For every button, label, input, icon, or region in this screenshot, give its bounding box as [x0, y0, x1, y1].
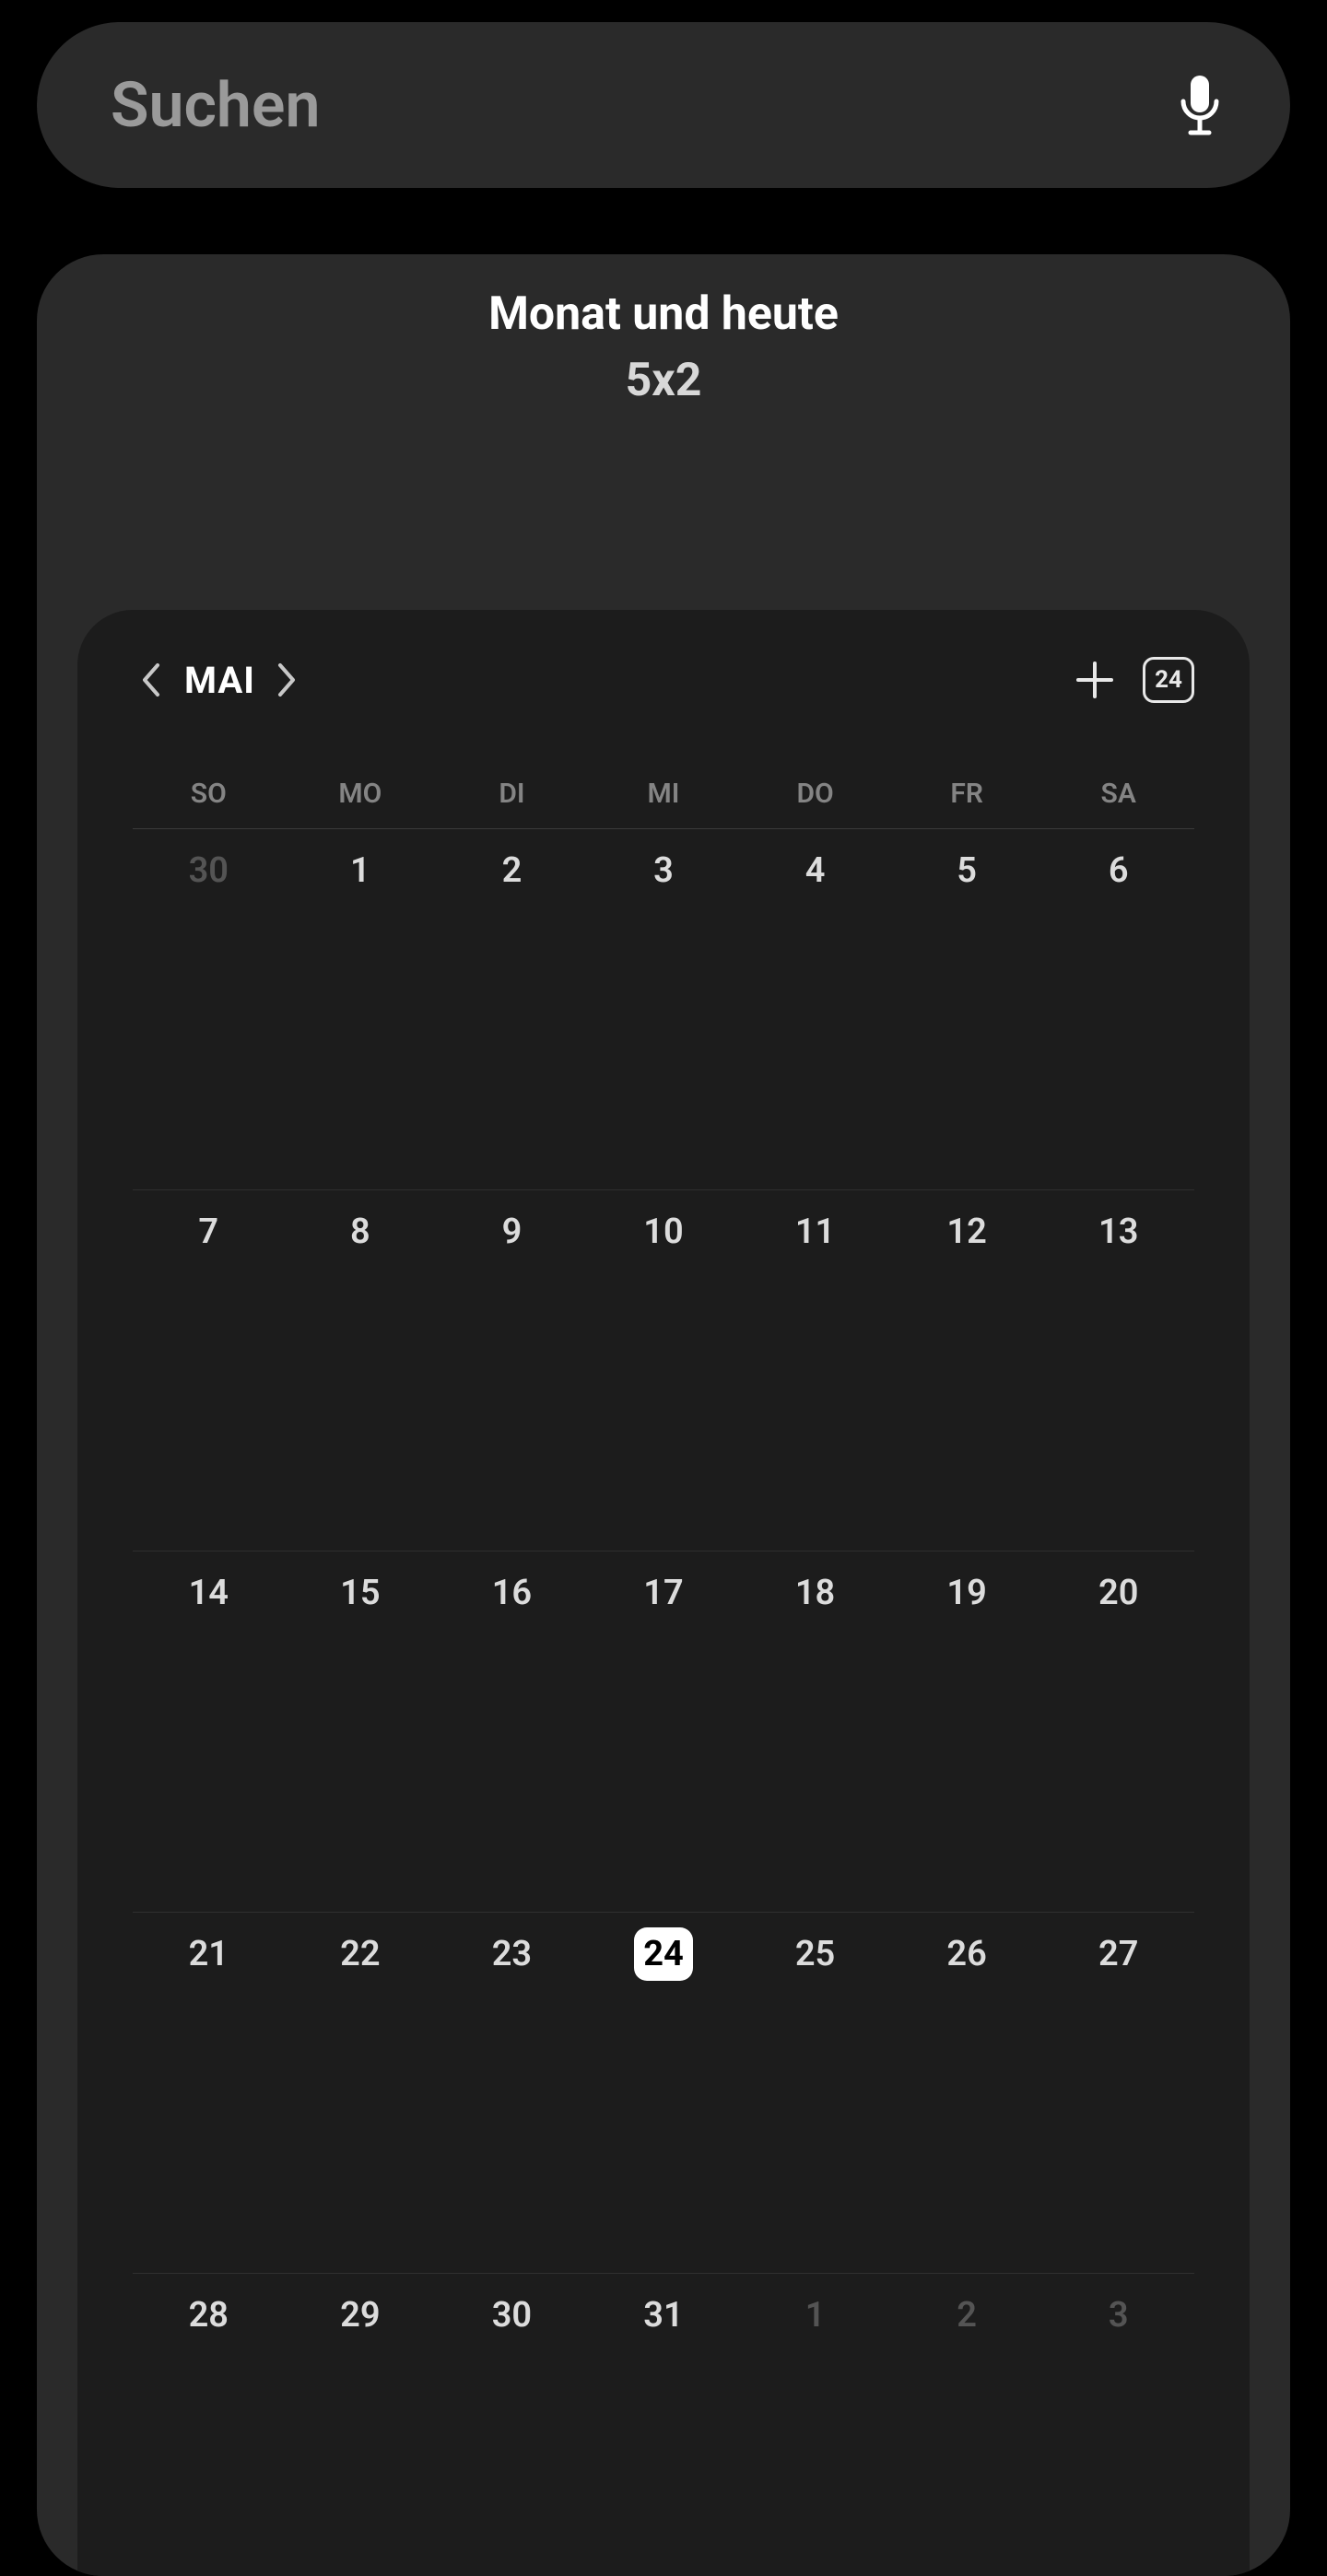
day-cell[interactable]: 16: [436, 1551, 588, 1913]
day-cell[interactable]: 24: [588, 1913, 740, 2274]
day-number: 21: [180, 1927, 237, 1981]
day-number: 29: [332, 2289, 389, 2342]
weekday-cell: DI: [436, 778, 588, 810]
widget-size: 5x2: [77, 354, 1250, 407]
day-cell[interactable]: 2: [436, 829, 588, 1190]
day-cell[interactable]: 15: [285, 1551, 437, 1913]
day-cell[interactable]: 19: [891, 1551, 1043, 1913]
day-cell[interactable]: 26: [891, 1913, 1043, 2274]
day-cell[interactable]: 31: [588, 2274, 740, 2576]
day-cell[interactable]: 13: [1042, 1190, 1194, 1551]
day-number: 27: [1090, 1927, 1147, 1981]
day-number: 16: [483, 1566, 540, 1620]
day-number: 30: [483, 2289, 540, 2342]
day-number: 22: [332, 1927, 389, 1981]
day-cell[interactable]: 5: [891, 829, 1043, 1190]
widget-card-month-and-today[interactable]: Monat und heute 5x2 MAI 24: [37, 254, 1290, 2576]
microphone-icon[interactable]: [1174, 72, 1226, 138]
day-number: 3: [1090, 2289, 1147, 2342]
day-number: 26: [938, 1927, 995, 1981]
day-cell[interactable]: 22: [285, 1913, 437, 2274]
weekday-row: SO MO DI MI DO FR SA: [133, 778, 1194, 829]
widget-title: Monat und heute: [77, 287, 1250, 341]
weekday-cell: SA: [1042, 778, 1194, 810]
day-number: 11: [787, 1205, 844, 1259]
day-cell[interactable]: 8: [285, 1190, 437, 1551]
day-cell[interactable]: 30: [133, 829, 285, 1190]
day-number: 19: [938, 1566, 995, 1620]
month-label[interactable]: MAI: [184, 659, 255, 702]
day-cell[interactable]: 30: [436, 2274, 588, 2576]
day-cell[interactable]: 3: [1042, 2274, 1194, 2576]
day-number: 6: [1090, 844, 1147, 897]
day-number: 3: [635, 844, 692, 897]
day-cell[interactable]: 11: [739, 1190, 891, 1551]
day-cell[interactable]: 21: [133, 1913, 285, 2274]
day-number: 15: [332, 1566, 389, 1620]
day-cell[interactable]: 1: [739, 2274, 891, 2576]
day-cell[interactable]: 23: [436, 1913, 588, 2274]
day-number: 9: [483, 1205, 540, 1259]
day-cell[interactable]: 4: [739, 829, 891, 1190]
day-number: 24: [634, 1927, 693, 1981]
weekday-cell: DO: [739, 778, 891, 810]
calendar-grid: 3012345678910111213141516171819202122232…: [133, 829, 1194, 2576]
day-number: 25: [787, 1927, 844, 1981]
weekday-cell: FR: [891, 778, 1043, 810]
day-number: 31: [635, 2289, 692, 2342]
day-cell[interactable]: 20: [1042, 1551, 1194, 1913]
day-cell[interactable]: 2: [891, 2274, 1043, 2576]
day-number: 12: [938, 1205, 995, 1259]
day-number: 2: [938, 2289, 995, 2342]
day-cell[interactable]: 17: [588, 1551, 740, 1913]
day-number: 5: [938, 844, 995, 897]
day-cell[interactable]: 9: [436, 1190, 588, 1551]
day-number: 1: [787, 2289, 844, 2342]
day-number: 1: [332, 844, 389, 897]
day-number: 7: [180, 1205, 237, 1259]
day-cell[interactable]: 10: [588, 1190, 740, 1551]
calendar-panel: MAI 24 SO MO DI MI DO FR: [77, 610, 1250, 2576]
day-number: 13: [1090, 1205, 1147, 1259]
search-bar[interactable]: Suchen: [37, 22, 1290, 188]
day-cell[interactable]: 29: [285, 2274, 437, 2576]
today-badge[interactable]: 24: [1143, 657, 1194, 703]
day-number: 18: [787, 1566, 844, 1620]
day-number: 14: [180, 1566, 237, 1620]
day-number: 23: [483, 1927, 540, 1981]
weekday-cell: SO: [133, 778, 285, 810]
weekday-cell: MI: [588, 778, 740, 810]
day-cell[interactable]: 1: [285, 829, 437, 1190]
day-number: 30: [180, 844, 237, 897]
day-cell[interactable]: 25: [739, 1913, 891, 2274]
day-number: 4: [787, 844, 844, 897]
day-cell[interactable]: 12: [891, 1190, 1043, 1551]
day-number: 10: [635, 1205, 692, 1259]
day-cell[interactable]: 27: [1042, 1913, 1194, 2274]
day-number: 8: [332, 1205, 389, 1259]
day-cell[interactable]: 7: [133, 1190, 285, 1551]
chevron-left-icon[interactable]: [133, 662, 170, 698]
chevron-right-icon[interactable]: [268, 662, 305, 698]
search-placeholder: Suchen: [111, 68, 1174, 142]
plus-icon[interactable]: [1071, 656, 1119, 704]
day-number: 17: [635, 1566, 692, 1620]
weekday-cell: MO: [285, 778, 437, 810]
day-cell[interactable]: 3: [588, 829, 740, 1190]
day-cell[interactable]: 28: [133, 2274, 285, 2576]
day-number: 20: [1090, 1566, 1147, 1620]
calendar-header: MAI 24: [133, 647, 1194, 713]
day-number: 28: [180, 2289, 237, 2342]
day-cell[interactable]: 18: [739, 1551, 891, 1913]
day-cell[interactable]: 6: [1042, 829, 1194, 1190]
day-cell[interactable]: 14: [133, 1551, 285, 1913]
day-number: 2: [483, 844, 540, 897]
